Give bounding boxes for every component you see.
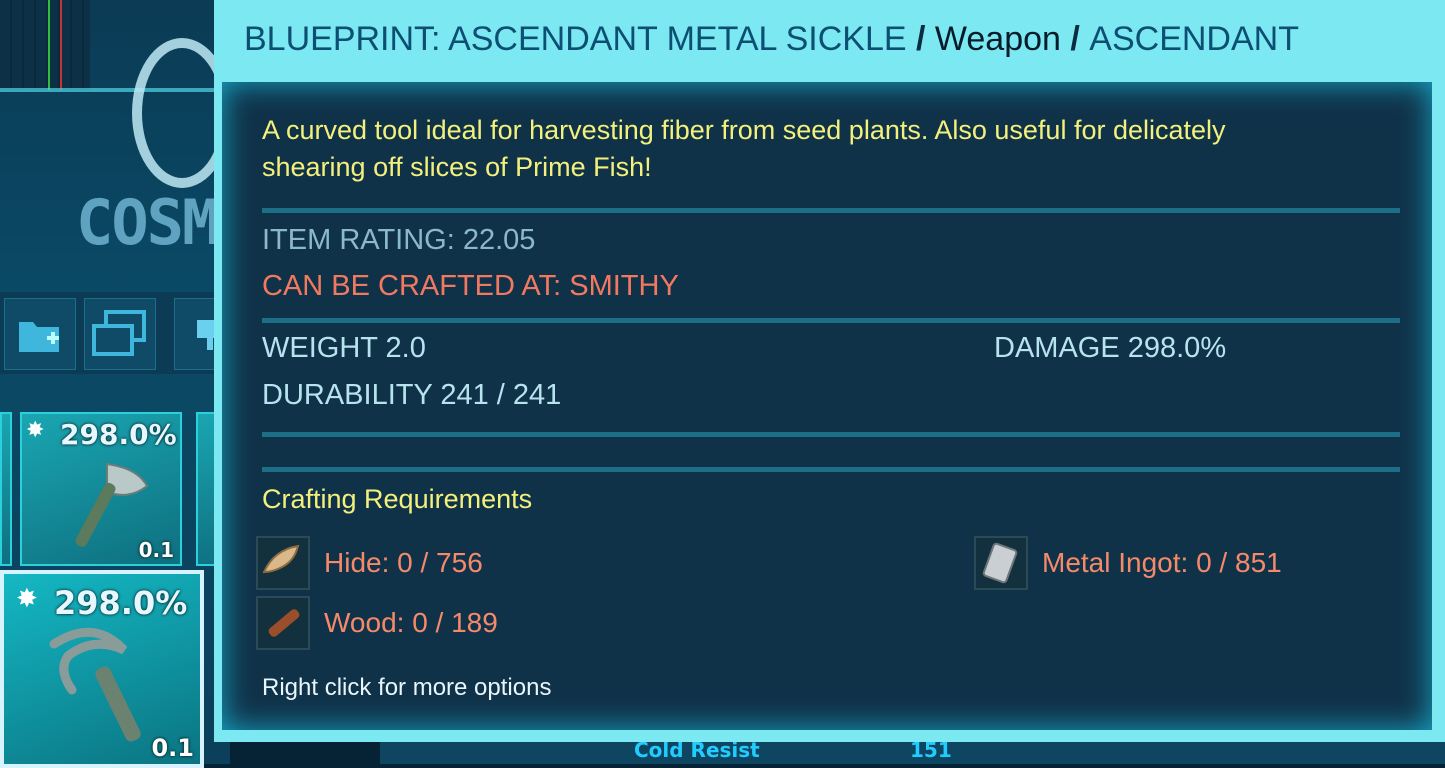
requirement-hide: Hide: 0 / 756 — [256, 536, 483, 590]
split-window-icon[interactable] — [84, 298, 156, 370]
cosmetics-tab-label[interactable]: COSM — [76, 186, 219, 259]
requirement-label: Wood: 0 / 189 — [324, 607, 498, 638]
title-separator: / — [1060, 20, 1090, 58]
item-rating: ITEM RATING: 22.05 — [262, 224, 536, 256]
title-separator: / — [906, 20, 935, 58]
inventory-slot-sickle-selected[interactable]: ✸ 298.0% 0.1 — [0, 570, 204, 768]
inventory-slot-hatchet[interactable]: ✸ 298.0% 0.1 — [20, 412, 182, 566]
hide-icon — [256, 536, 310, 590]
right-click-hint: Right click for more options — [262, 674, 552, 701]
tooltip-title: BLUEPRINT: ASCENDANT METAL SICKLE / Weap… — [244, 20, 1299, 59]
sickle-icon — [49, 627, 141, 742]
stats-graph — [0, 0, 90, 90]
requirement-wood: Wood: 0 / 189 — [256, 596, 498, 650]
title-item-quality: ASCENDANT — [1089, 20, 1299, 58]
item-tooltip: BLUEPRINT: ASCENDANT METAL SICKLE / Weap… — [214, 0, 1445, 742]
wood-icon — [256, 596, 310, 650]
item-damage: DAMAGE 298.0% — [994, 332, 1227, 364]
slot-damage: 298.0% — [60, 418, 177, 451]
new-folder-icon[interactable] — [4, 298, 76, 370]
divider — [262, 208, 1400, 213]
requirement-label: Metal Ingot: 0 / 851 — [1042, 547, 1282, 578]
item-durability: DURABILITY 241 / 241 — [262, 379, 562, 411]
star-icon: ✸ — [26, 418, 45, 443]
title-item-type: Weapon — [934, 20, 1061, 58]
divider — [262, 467, 1400, 472]
requirement-metal-ingot: Metal Ingot: 0 / 851 — [974, 536, 1282, 590]
crafted-at: CAN BE CRAFTED AT: SMITHY — [262, 270, 679, 302]
divider — [262, 432, 1400, 437]
inventory-panel: COSM ✸ 298.0% 0.1 ✸ 298.0% 0.1 — [0, 0, 234, 768]
item-description: A curved tool ideal for harvesting fiber… — [262, 115, 1226, 182]
divider — [262, 318, 1400, 323]
tooltip-body: A curved tool ideal for harvesting fiber… — [222, 82, 1432, 730]
title-item-name: BLUEPRINT: ASCENDANT METAL SICKLE — [244, 20, 907, 58]
slot-weight: 0.1 — [138, 538, 174, 562]
crafting-requirements-title: Crafting Requirements — [262, 484, 533, 514]
inventory-slot-partial-left[interactable] — [0, 412, 12, 566]
slot-weight: 0.1 — [151, 734, 194, 762]
metal-ingot-icon — [974, 536, 1028, 590]
requirement-label: Hide: 0 / 756 — [324, 547, 483, 578]
star-icon: ✸ — [16, 584, 38, 614]
item-weight: WEIGHT 2.0 — [262, 332, 426, 364]
